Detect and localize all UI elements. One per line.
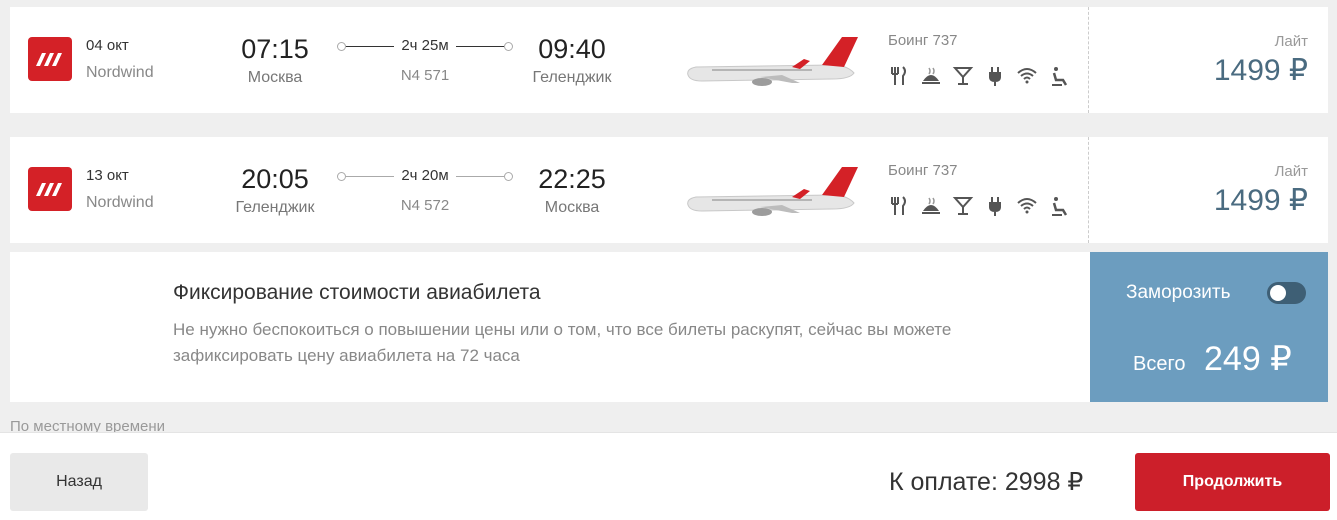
hot-food-icon [920, 65, 942, 87]
freeze-total-value: 249 ₽ [1204, 340, 1292, 378]
seat-icon [1048, 195, 1070, 217]
back-button[interactable]: Назад [10, 453, 148, 511]
arrival-time: 09:40 [538, 34, 606, 64]
aircraft-model: Боинг 737 [888, 32, 958, 49]
airplane-image [687, 167, 858, 216]
freeze-total-label: Всего [1133, 353, 1186, 375]
freeze-toggle-label: Заморозить [1126, 282, 1231, 303]
aircraft-model: Боинг 737 [888, 162, 958, 179]
hot-food-icon [920, 195, 942, 217]
nordwind-logo-icon [28, 167, 72, 211]
departure-city: Москва [247, 69, 303, 86]
flight-number: N4 572 [400, 197, 450, 214]
freeze-description: Не нужно беспокоиться о повышении цены и… [173, 320, 952, 365]
flight-card-return[interactable]: 13 окт Nordwind 20:05 Геленджик 2ч 20м N… [10, 137, 1328, 243]
freeze-title: Фиксирование стоимости авиабилета [173, 281, 541, 304]
flight-number: N4 571 [400, 67, 450, 84]
fare-column[interactable]: Лайт 1499 ₽ [1088, 137, 1328, 243]
departure-time: 07:15 [241, 34, 309, 64]
arrival-city: Геленджик [532, 69, 612, 86]
fare-class: Лайт [1274, 33, 1308, 50]
local-time-note: По местному времени [10, 418, 166, 432]
flight-date: 04 окт [86, 37, 129, 54]
drinks-icon [952, 195, 974, 217]
fare-column[interactable]: Лайт 1499 ₽ [1088, 7, 1328, 113]
wifi-icon [1016, 65, 1038, 87]
amenities-list [888, 195, 1070, 217]
amenities-list [888, 65, 1070, 87]
departure-time: 20:05 [241, 164, 309, 194]
drinks-icon [952, 65, 974, 87]
meal-icon [888, 195, 910, 217]
arrival-city: Москва [544, 199, 600, 216]
power-outlet-icon [984, 195, 1006, 217]
seat-icon [1048, 65, 1070, 87]
toggle-knob [1270, 285, 1286, 301]
flight-date: 13 окт [86, 167, 129, 184]
wifi-icon [1016, 195, 1038, 217]
power-outlet-icon [984, 65, 1006, 87]
airline-name: Nordwind [86, 64, 154, 81]
price-freeze-panel: Фиксирование стоимости авиабилета Не нуж… [10, 252, 1090, 402]
flight-duration: 2ч 25м [401, 37, 449, 54]
flight-price: 1499 ₽ [1213, 184, 1308, 217]
bottom-action-bar: Назад К оплате: 2998 ₽ Продолжить [0, 432, 1337, 520]
flight-duration: 2ч 20м [401, 167, 449, 184]
meal-icon [888, 65, 910, 87]
airplane-image [687, 37, 858, 86]
freeze-option-box: Заморозить Всего 249 ₽ [1090, 252, 1328, 402]
total-to-pay: К оплате: 2998 ₽ [889, 468, 1084, 496]
departure-city: Геленджик [235, 199, 315, 216]
freeze-toggle[interactable] [1267, 282, 1306, 304]
nordwind-logo-icon [28, 37, 72, 81]
fare-class: Лайт [1274, 163, 1308, 180]
flight-card-outbound[interactable]: 04 окт Nordwind 07:15 Москва 2ч 25м N4 5… [10, 7, 1328, 113]
airline-name: Nordwind [86, 194, 154, 211]
arrival-time: 22:25 [538, 164, 606, 194]
continue-button[interactable]: Продолжить [1135, 453, 1330, 511]
flight-price: 1499 ₽ [1213, 54, 1308, 87]
